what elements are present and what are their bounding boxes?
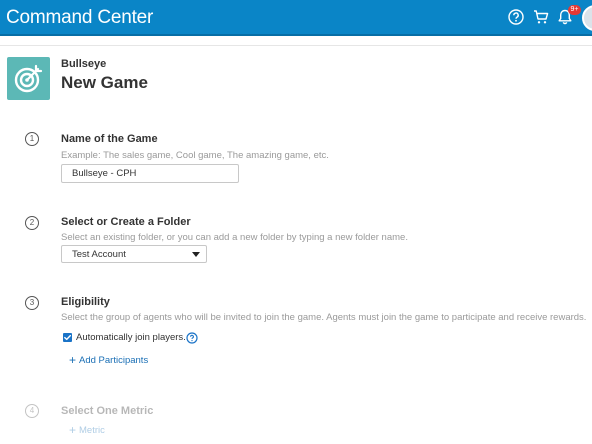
game-type-label: Bullseye	[61, 58, 107, 70]
step-1-hint: Example: The sales game, Cool game, The …	[61, 150, 329, 161]
header-divider	[0, 45, 592, 46]
cart-icon[interactable]	[532, 8, 550, 26]
game-name-input[interactable]	[61, 164, 239, 183]
folder-select[interactable]: Test Account	[61, 245, 207, 263]
page-title: New Game	[61, 73, 148, 92]
add-participants-label: Add Participants	[79, 355, 149, 366]
step-1-title: Name of the Game	[61, 133, 158, 145]
step-3-title: Eligibility	[61, 296, 110, 308]
app-title: Command Center	[6, 7, 154, 28]
plus-icon: +	[69, 353, 77, 367]
chevron-down-icon	[192, 252, 200, 257]
target-icon	[7, 57, 50, 100]
top-navigation-bar: Command Center 9+	[0, 0, 592, 36]
auto-join-checkbox[interactable]	[63, 333, 72, 342]
step-3-hint: Select the group of agents who will be i…	[61, 312, 587, 323]
step-2-hint: Select an existing folder, or you can ad…	[61, 232, 408, 243]
help-circle-icon[interactable]	[186, 332, 198, 344]
step-4-title: Select One Metric	[61, 405, 154, 417]
step-1-number: 1	[25, 132, 39, 146]
step-2-title: Select or Create a Folder	[61, 216, 191, 228]
add-participants-link[interactable]: + Add Participants	[69, 353, 148, 367]
notification-badge: 9+	[568, 5, 581, 15]
help-icon[interactable]	[507, 8, 525, 26]
plus-icon: +	[69, 423, 77, 437]
step-2-number: 2	[25, 216, 39, 230]
add-metric-label: Metric	[79, 425, 105, 436]
step-3-number: 3	[25, 296, 39, 310]
auto-join-label[interactable]: Automatically join players.	[76, 332, 186, 343]
folder-select-value: Test Account	[72, 249, 126, 260]
avatar[interactable]	[582, 5, 592, 31]
add-metric-link[interactable]: + Metric	[69, 423, 105, 437]
step-4-number: 4	[25, 404, 39, 418]
